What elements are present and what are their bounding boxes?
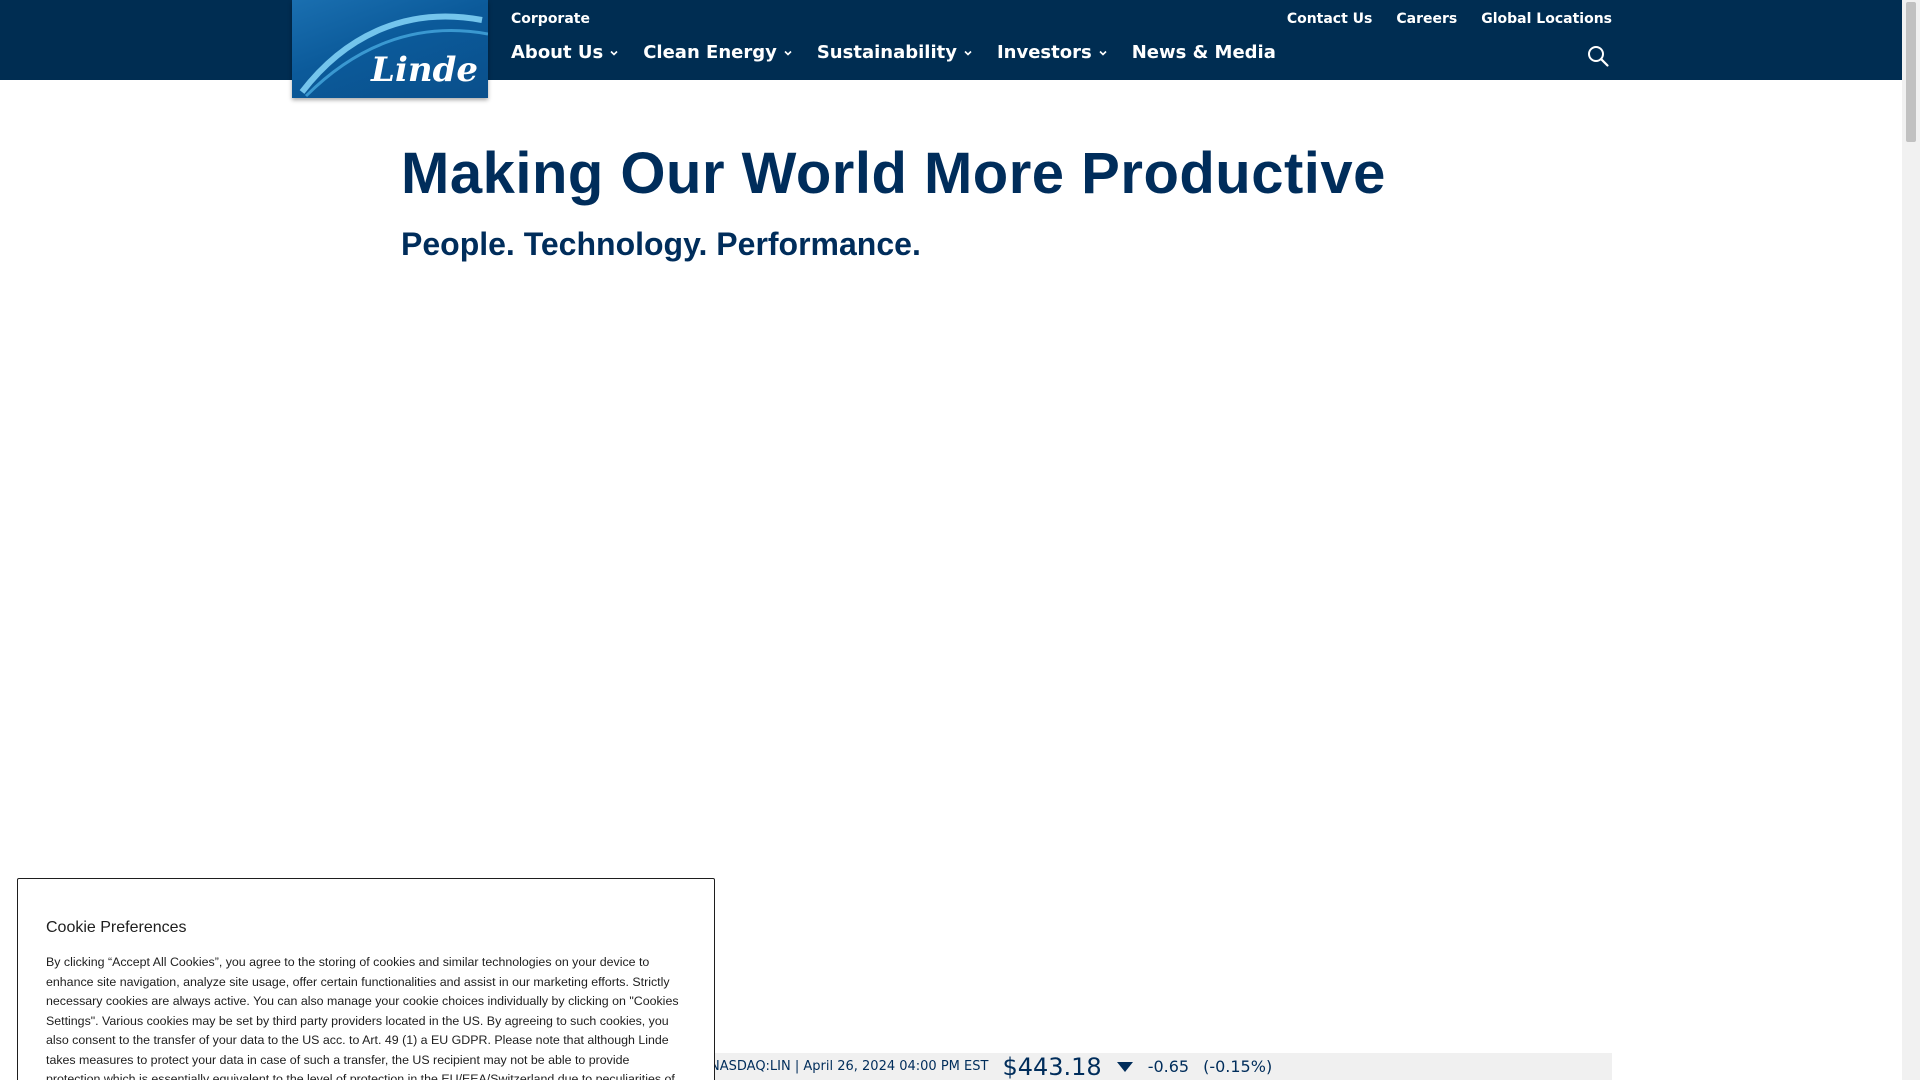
stock-price: $443.18: [1002, 1052, 1102, 1080]
contact-us-link[interactable]: Contact Us: [1287, 11, 1373, 27]
cookie-title: Cookie Preferences: [46, 919, 187, 936]
top-navigation-bar: Linde Corporate About Us Clean Energy Su…: [0, 0, 1902, 98]
search-icon[interactable]: [1586, 44, 1610, 68]
chevron-down-icon: [610, 50, 618, 56]
nav-clean-energy-label: Clean Energy: [643, 42, 777, 63]
chevron-down-icon: [964, 50, 972, 56]
logo-wordmark: Linde: [371, 50, 478, 90]
chevron-down-icon: [1099, 50, 1107, 56]
stock-change: -0.65: [1147, 1057, 1190, 1076]
nav-sustainability-label: Sustainability: [816, 42, 957, 63]
scrollbar-thumb[interactable]: [1906, 2, 1916, 142]
hero-subtitle: People. Technology. Performance.: [401, 226, 921, 262]
nav-investors[interactable]: Investors: [997, 42, 1108, 63]
caret-down-icon: [1116, 1061, 1133, 1072]
hero-title: Making Our World More Productive: [401, 141, 1386, 206]
nav-sustainability[interactable]: Sustainability: [817, 42, 973, 63]
nav-news-media[interactable]: News & Media: [1132, 42, 1276, 63]
linde-logo[interactable]: Linde: [292, 0, 488, 98]
cookie-preferences-dialog: Cookie Preferences By clicking “Accept A…: [17, 878, 715, 1080]
cookie-text: By clicking “Accept All Cookies”, you ag…: [46, 955, 679, 1080]
chevron-down-icon: [784, 50, 792, 56]
nav-investors-label: Investors: [996, 42, 1092, 63]
nav-about-us-label: About Us: [511, 42, 604, 63]
corporate-label[interactable]: Corporate: [511, 11, 590, 27]
stock-ticker: NASDAQ:LIN | April 26, 2024 04:00 PM EST…: [700, 1053, 1612, 1080]
nav-news-media-label: News & Media: [1131, 42, 1276, 63]
global-locations-link[interactable]: Global Locations: [1481, 11, 1612, 27]
nav-about-us[interactable]: About Us: [511, 42, 619, 63]
stock-meta: NASDAQ:LIN | April 26, 2024 04:00 PM EST: [710, 1059, 989, 1074]
stock-change-percent: (-0.15%): [1203, 1057, 1273, 1076]
nav-clean-energy[interactable]: Clean Energy: [643, 42, 793, 63]
utility-navigation: Contact Us Careers Global Locations: [1287, 11, 1612, 27]
careers-link[interactable]: Careers: [1396, 11, 1457, 27]
page-scrollbar[interactable]: [1902, 0, 1920, 1080]
main-navigation: About Us Clean Energy Sustainability Inv…: [511, 42, 1276, 63]
